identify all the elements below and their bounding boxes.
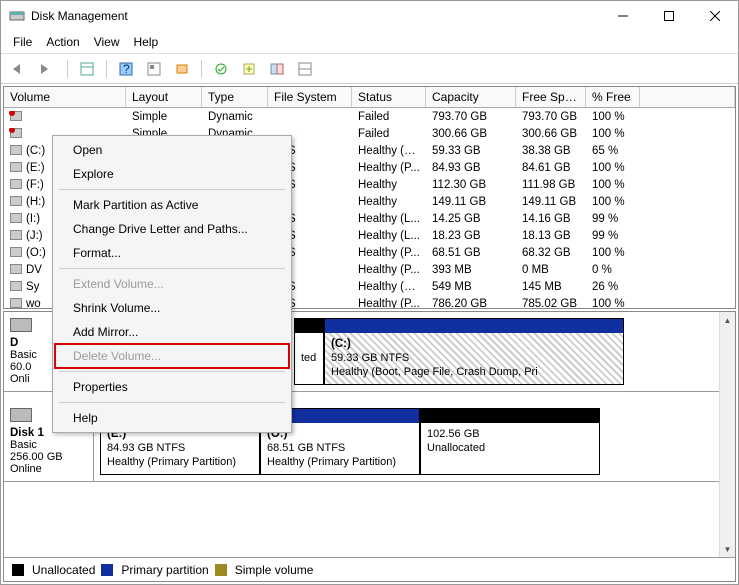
volume-icon xyxy=(10,264,22,274)
help-icon[interactable]: ? xyxy=(115,58,137,80)
svg-text:?: ? xyxy=(123,62,130,76)
toolbar-icon[interactable] xyxy=(171,58,193,80)
close-button[interactable] xyxy=(692,1,738,31)
legend-swatch-simple xyxy=(215,564,227,576)
disk-status: Online xyxy=(10,463,87,475)
col-free[interactable]: Free Spa... xyxy=(516,87,586,107)
col-layout[interactable]: Layout xyxy=(126,87,202,107)
disk-type: Basic xyxy=(10,439,87,451)
table-row[interactable]: SimpleDynamicFailed793.70 GB793.70 GB100… xyxy=(4,108,735,125)
legend-swatch-primary xyxy=(101,564,113,576)
menu-action[interactable]: Action xyxy=(40,33,85,51)
context-menu-item[interactable]: Mark Partition as Active xyxy=(55,193,289,217)
volume-icon xyxy=(10,298,22,308)
menu-file[interactable]: File xyxy=(7,33,38,51)
disk-size: 256.00 GB xyxy=(10,451,87,463)
app-icon xyxy=(9,8,25,24)
legend-label: Unallocated xyxy=(32,563,95,577)
context-menu-item[interactable]: Open xyxy=(55,138,289,162)
volume-icon xyxy=(10,179,22,189)
context-menu-item: Delete Volume... xyxy=(55,344,289,368)
volume-icon xyxy=(10,230,22,240)
col-capacity[interactable]: Capacity xyxy=(426,87,516,107)
volume-icon xyxy=(10,145,22,155)
menu-view[interactable]: View xyxy=(88,33,126,51)
col-volume[interactable]: Volume xyxy=(4,87,126,107)
col-type[interactable]: Type xyxy=(202,87,268,107)
context-menu: OpenExplore Mark Partition as ActiveChang… xyxy=(52,135,292,433)
forward-button[interactable] xyxy=(37,58,59,80)
partition[interactable]: (C:)59.33 GB NTFSHealthy (Boot, Page Fil… xyxy=(324,318,624,385)
back-button[interactable] xyxy=(9,58,31,80)
volume-icon xyxy=(10,111,22,121)
window-title: Disk Management xyxy=(31,9,600,23)
toolbar-icon[interactable] xyxy=(238,58,260,80)
disk-icon xyxy=(10,408,32,422)
context-menu-item[interactable]: Format... xyxy=(55,241,289,265)
context-menu-item[interactable]: Change Drive Letter and Paths... xyxy=(55,217,289,241)
toolbar-icon[interactable] xyxy=(210,58,232,80)
toolbar-icon[interactable] xyxy=(266,58,288,80)
volume-icon xyxy=(10,213,22,223)
context-menu-item[interactable]: Explore xyxy=(55,162,289,186)
context-menu-item[interactable]: Add Mirror... xyxy=(55,320,289,344)
legend-label: Primary partition xyxy=(121,563,208,577)
disk-icon xyxy=(10,318,32,332)
volume-icon xyxy=(10,162,22,172)
context-menu-item[interactable]: Shrink Volume... xyxy=(55,296,289,320)
menubar: File Action View Help xyxy=(1,31,738,54)
volume-icon xyxy=(10,247,22,257)
disk-name: D xyxy=(10,337,18,349)
toolbar-icon[interactable] xyxy=(143,58,165,80)
context-menu-item[interactable]: Help xyxy=(55,406,289,430)
menu-help[interactable]: Help xyxy=(128,33,165,51)
volume-icon xyxy=(10,196,22,206)
partition[interactable]: ted xyxy=(294,318,324,385)
toolbar: ? xyxy=(1,54,738,84)
legend-swatch-unallocated xyxy=(12,564,24,576)
context-menu-item[interactable]: Properties xyxy=(55,375,289,399)
toolbar-icon[interactable] xyxy=(76,58,98,80)
volume-icon xyxy=(10,128,22,138)
col-spacer xyxy=(640,87,735,107)
legend-label: Simple volume xyxy=(235,563,314,577)
vertical-scrollbar[interactable]: ▲ ▼ xyxy=(719,312,735,557)
volume-list-header: Volume Layout Type File System Status Ca… xyxy=(4,87,735,108)
volume-icon xyxy=(10,281,22,291)
scroll-down-icon[interactable]: ▼ xyxy=(720,541,735,557)
col-pctfree[interactable]: % Free xyxy=(586,87,640,107)
partition[interactable]: 102.56 GBUnallocated xyxy=(420,408,600,475)
disk-name: Disk 1 xyxy=(10,427,44,439)
toolbar-icon[interactable] xyxy=(294,58,316,80)
col-filesystem[interactable]: File System xyxy=(268,87,352,107)
titlebar: Disk Management xyxy=(1,1,738,31)
context-menu-item: Extend Volume... xyxy=(55,272,289,296)
maximize-button[interactable] xyxy=(646,1,692,31)
scroll-up-icon[interactable]: ▲ xyxy=(720,312,735,328)
legend: Unallocated Primary partition Simple vol… xyxy=(4,557,735,581)
minimize-button[interactable] xyxy=(600,1,646,31)
col-status[interactable]: Status xyxy=(352,87,426,107)
